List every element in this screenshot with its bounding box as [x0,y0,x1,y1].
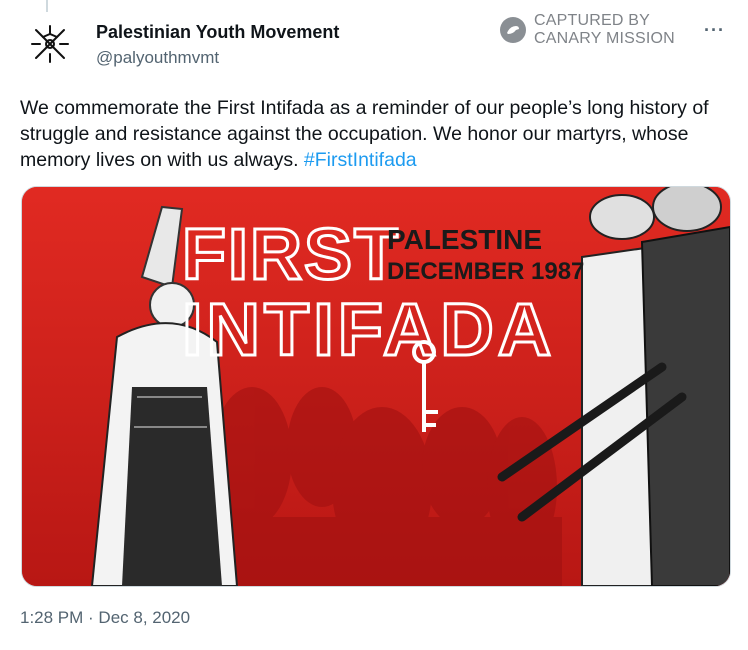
thread-connector-line [46,0,48,12]
title-line2: INTIFADA [182,288,555,371]
tweet-timestamp[interactable]: 1:28 PM · Dec 8, 2020 [20,608,190,628]
tweet-text: We commemorate the First Intifada as a r… [20,95,730,173]
canary-mission-watermark: CAPTURED BY CANARY MISSION [500,12,675,48]
movement-logo-icon [31,25,69,63]
watermark-line1: CAPTURED BY [534,12,650,29]
avatar[interactable] [26,20,74,68]
author-name[interactable]: Palestinian Youth Movement [96,22,339,43]
author-handle[interactable]: @palyouthmvmt [96,48,219,68]
media-title: FIRST INTIFADA PALESTINE DECEMBER 1987 [181,214,585,373]
tweet-media-image[interactable]: FIRST INTIFADA PALESTINE DECEMBER 1987 [21,186,731,587]
canary-icon [500,17,526,43]
watermark-line2: CANARY MISSION [534,30,675,47]
subtitle-line2: DECEMBER 1987 [387,258,584,285]
subtitle-line1: PALESTINE [387,224,542,255]
more-icon[interactable]: ··· [704,20,725,41]
hashtag-link[interactable]: #FirstIntifada [304,149,417,171]
title-line1: FIRST [182,215,400,295]
